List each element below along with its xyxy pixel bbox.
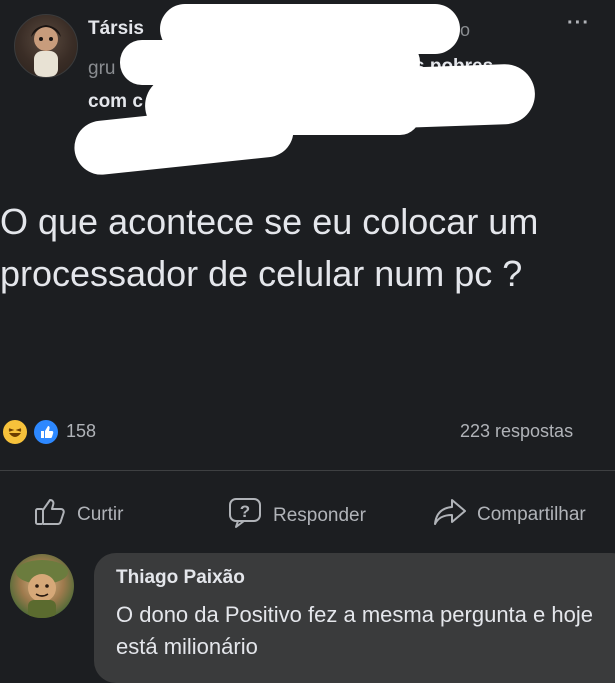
share-button[interactable]: Compartilhar [432,497,586,533]
reply-label: Responder [273,505,366,526]
haha-reaction-icon[interactable] [1,418,29,446]
post-meta-tail: o [460,20,471,40]
post-group-name[interactable]: gru [88,58,115,80]
post-text: O que acontece se eu colocar um processa… [0,201,539,294]
thumbs-up-icon [34,497,68,533]
like-reaction-icon[interactable] [32,418,60,446]
divider [0,470,615,471]
post-author-name[interactable]: Társis [88,18,144,40]
question-bubble-icon: ? [228,497,264,535]
commenter-avatar[interactable] [10,554,74,618]
like-button[interactable]: Curtir [34,497,123,533]
svg-text:?: ? [240,502,250,521]
reaction-count[interactable]: 158 [66,421,96,442]
reply-button[interactable]: ? Responder [228,497,366,535]
comment-author-name[interactable]: Thiago Paixão [116,567,245,589]
share-label: Compartilhar [477,504,586,525]
more-options-icon[interactable]: ··· [567,12,590,35]
replies-count[interactable]: 223 respostas [460,421,573,442]
like-label: Curtir [77,504,124,525]
author-avatar[interactable] [14,14,78,78]
comment-text: O dono da Positivo fez a mesma pergunta … [116,602,593,659]
post-meta-line: com c [88,91,143,112]
share-arrow-icon [432,497,468,533]
